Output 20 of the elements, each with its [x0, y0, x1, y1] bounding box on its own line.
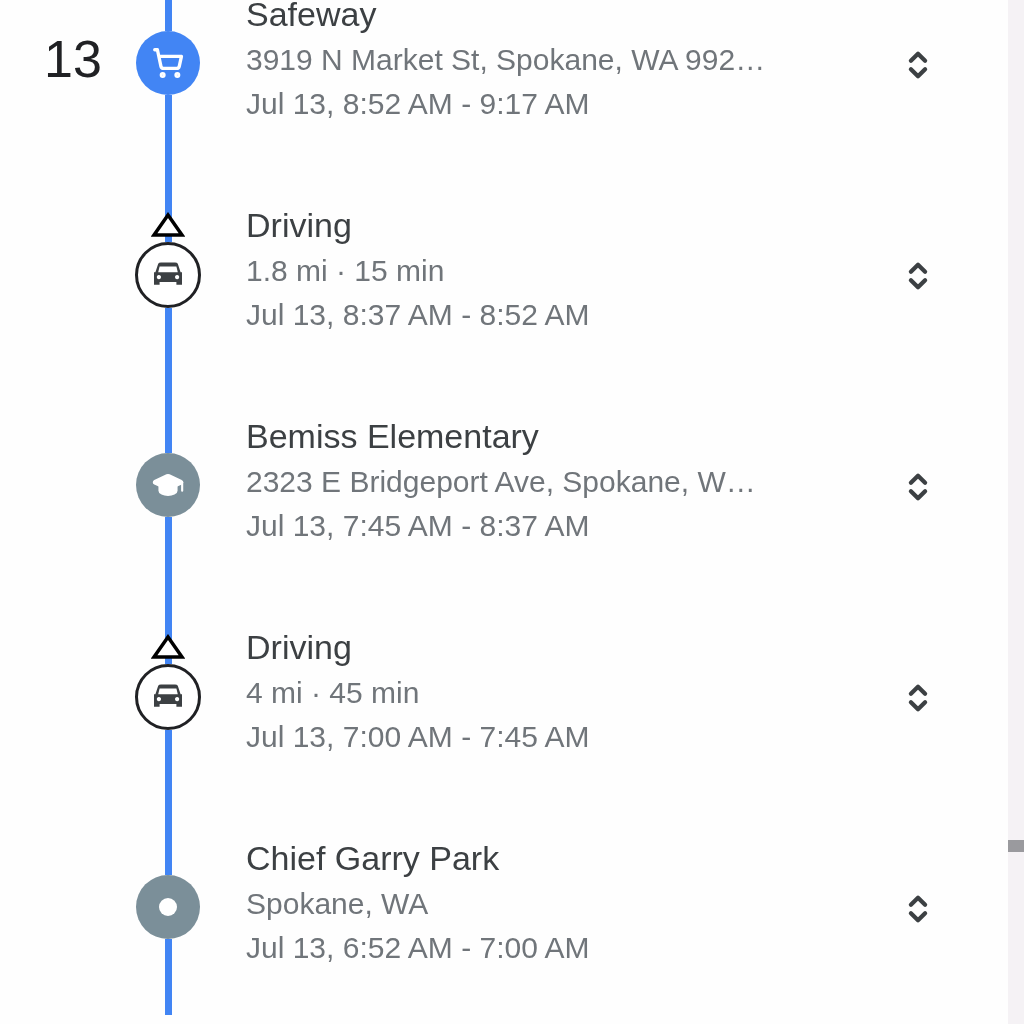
- entry-title: Driving: [246, 627, 353, 668]
- entry-subtitle: Spokane, WA: [246, 886, 430, 922]
- entry-time: Jul 13, 7:00 AM - 7:45 AM: [246, 719, 591, 755]
- entry-title: Bemiss Elementary: [246, 416, 540, 457]
- entry-subtitle: 4 mi · 45 min: [246, 675, 421, 711]
- entry-subtitle: 2323 E Bridgeport Ave, Spokane, W…: [246, 464, 757, 500]
- entry-title: Safeway: [246, 0, 378, 35]
- entry-time: Jul 13, 8:37 AM - 8:52 AM: [246, 297, 591, 333]
- entry-time: Jul 13, 6:52 AM - 7:00 AM: [246, 930, 591, 966]
- entry-title: Chief Garry Park: [246, 838, 501, 879]
- entry-time: Jul 13, 7:45 AM - 8:37 AM: [246, 508, 591, 544]
- entry-title: Driving: [246, 205, 353, 246]
- visit-number: 13: [44, 33, 102, 90]
- entry-subtitle: 3919 N Market St, Spokane, WA 992…: [246, 42, 767, 78]
- shopping-cart-icon: [152, 47, 184, 79]
- entry-time: Jul 13, 8:52 AM - 9:17 AM: [246, 86, 591, 122]
- direction-triangle-icon: [151, 634, 185, 660]
- entry-subtitle: 1.8 mi · 15 min: [246, 253, 446, 289]
- scrollbar-thumb[interactable]: [1008, 840, 1024, 852]
- direction-triangle-icon: [151, 212, 185, 238]
